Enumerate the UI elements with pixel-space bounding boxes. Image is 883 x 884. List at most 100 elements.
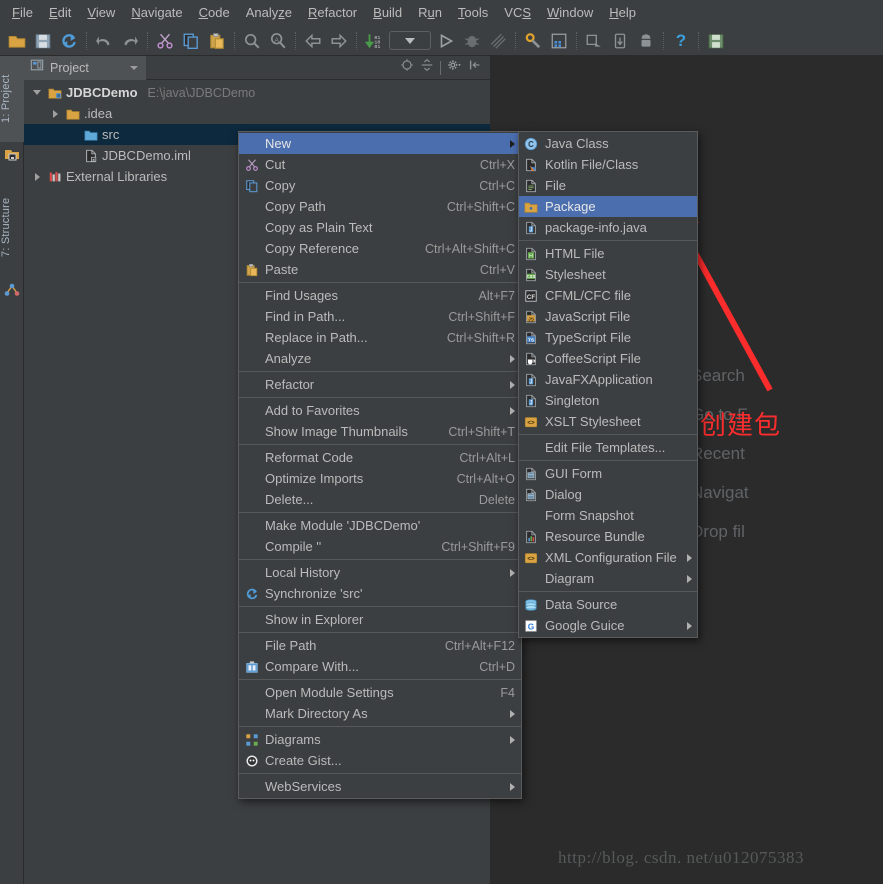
tree-twisty[interactable]	[48, 107, 62, 121]
new-submenu-item-data-source[interactable]: Data Source	[519, 594, 697, 615]
new-submenu[interactable]: CJava ClassKotlin File/ClassFilePackageJ…	[518, 131, 698, 638]
context-menu-item-copy[interactable]: CopyCtrl+C	[239, 175, 521, 196]
stripe-tab-structure[interactable]: 7: Structure	[0, 176, 24, 278]
menu-vcs[interactable]: VCS	[496, 2, 539, 24]
sync-refresh-icon[interactable]	[56, 28, 82, 54]
menu-navigate[interactable]: Navigate	[123, 2, 190, 24]
context-menu-item-find-in-path[interactable]: Find in Path...Ctrl+Shift+F	[239, 306, 521, 327]
copy-icon[interactable]	[178, 28, 204, 54]
new-submenu-item-coffeescript-file[interactable]: CoffeeScript File	[519, 348, 697, 369]
context-menu-item-show-in-explorer[interactable]: Show in Explorer	[239, 609, 521, 630]
menu-view[interactable]: View	[79, 2, 123, 24]
tree-node-jdbcdemo[interactable]: JDBCDemoE:\java\JDBCDemo	[24, 82, 490, 103]
new-submenu-item-html-file[interactable]: HHTML File	[519, 243, 697, 264]
menu-build[interactable]: Build	[365, 2, 410, 24]
tree-twisty[interactable]	[66, 149, 80, 163]
context-menu-item-synchronize-src[interactable]: Synchronize 'src'	[239, 583, 521, 604]
context-menu-item-open-module-settings[interactable]: Open Module SettingsF4	[239, 682, 521, 703]
new-submenu-item-typescript-file[interactable]: TSTypeScript File	[519, 327, 697, 348]
android-device-icon[interactable]	[633, 28, 659, 54]
context-menu-item-delete[interactable]: Delete...Delete	[239, 489, 521, 510]
context-menu-item-copy-as-plain-text[interactable]: Copy as Plain Text	[239, 217, 521, 238]
context-menu-item-refactor[interactable]: Refactor	[239, 374, 521, 395]
new-submenu-item-diagram[interactable]: Diagram	[519, 568, 697, 589]
paste-icon[interactable]	[204, 28, 230, 54]
stripe-tab-project[interactable]: 1: Project	[0, 56, 24, 142]
context-menu-item-add-to-favorites[interactable]: Add to Favorites	[239, 400, 521, 421]
context-menu-item-reformat-code[interactable]: Reformat CodeCtrl+Alt+L	[239, 447, 521, 468]
context-menu-item-local-history[interactable]: Local History	[239, 562, 521, 583]
open-folder-icon[interactable]	[4, 28, 30, 54]
tree-twisty[interactable]	[30, 86, 44, 100]
menu-file[interactable]: File	[4, 2, 41, 24]
project-structure-icon[interactable]	[546, 28, 572, 54]
tree-twisty[interactable]	[66, 128, 80, 142]
undo-icon[interactable]	[91, 28, 117, 54]
context-menu-item-diagrams[interactable]: Diagrams	[239, 729, 521, 750]
context-menu-item-find-usages[interactable]: Find UsagesAlt+F7	[239, 285, 521, 306]
context-menu-item-cut[interactable]: CutCtrl+X	[239, 154, 521, 175]
context-menu-item-new[interactable]: New	[239, 133, 521, 154]
new-submenu-item-xml-configuration-file[interactable]: <>XML Configuration File	[519, 547, 697, 568]
menu-tools[interactable]: Tools	[450, 2, 496, 24]
context-menu-item-analyze[interactable]: Analyze	[239, 348, 521, 369]
run-config-dropdown[interactable]	[387, 28, 433, 54]
context-menu-item-compare-with[interactable]: Compare With...Ctrl+D	[239, 656, 521, 677]
save-all-icon[interactable]	[30, 28, 56, 54]
context-menu-item-copy-path[interactable]: Copy PathCtrl+Shift+C	[239, 196, 521, 217]
back-icon[interactable]	[300, 28, 326, 54]
sdk-manager-icon[interactable]	[607, 28, 633, 54]
menu-window[interactable]: Window	[539, 2, 601, 24]
cut-icon[interactable]	[152, 28, 178, 54]
menu-edit[interactable]: Edit	[41, 2, 79, 24]
save-android-icon[interactable]	[703, 28, 729, 54]
compile-icon[interactable]: 011001	[361, 28, 387, 54]
hide-panel-icon[interactable]	[468, 58, 482, 77]
menu-run[interactable]: Run	[410, 2, 450, 24]
context-menu-item-optimize-imports[interactable]: Optimize ImportsCtrl+Alt+O	[239, 468, 521, 489]
new-submenu-item-java-class[interactable]: CJava Class	[519, 133, 697, 154]
forward-icon[interactable]	[326, 28, 352, 54]
context-menu-item-paste[interactable]: PasteCtrl+V	[239, 259, 521, 280]
context-menu-item-mark-directory-as[interactable]: Mark Directory As	[239, 703, 521, 724]
settings-wrench-icon[interactable]	[520, 28, 546, 54]
tree-twisty[interactable]	[30, 170, 44, 184]
debug-icon[interactable]	[459, 28, 485, 54]
context-menu-item-webservices[interactable]: WebServices	[239, 776, 521, 797]
avd-manager-icon[interactable]	[581, 28, 607, 54]
new-submenu-item-javascript-file[interactable]: JSJavaScript File	[519, 306, 697, 327]
new-submenu-item-kotlin-file-class[interactable]: Kotlin File/Class	[519, 154, 697, 175]
menu-analyze[interactable]: Analyze	[238, 2, 300, 24]
help-icon[interactable]: ?	[668, 28, 694, 54]
chevron-down-icon[interactable]	[130, 66, 138, 70]
project-view-tab[interactable]: Project	[24, 56, 146, 80]
new-submenu-item-xslt-stylesheet[interactable]: <>XSLT Stylesheet	[519, 411, 697, 432]
context-menu-item-show-image-thumbnails[interactable]: Show Image ThumbnailsCtrl+Shift+T	[239, 421, 521, 442]
project-context-menu[interactable]: NewCutCtrl+XCopyCtrl+CCopy PathCtrl+Shif…	[238, 131, 522, 799]
menu-help[interactable]: Help	[601, 2, 644, 24]
new-submenu-item-package[interactable]: Package	[519, 196, 697, 217]
find-icon[interactable]	[239, 28, 265, 54]
new-submenu-item-resource-bundle[interactable]: Resource Bundle	[519, 526, 697, 547]
replace-icon[interactable]: A	[265, 28, 291, 54]
new-submenu-item-gui-form[interactable]: GUI Form	[519, 463, 697, 484]
redo-icon[interactable]	[117, 28, 143, 54]
context-menu-item-compile-default[interactable]: Compile ''Ctrl+Shift+F9	[239, 536, 521, 557]
menu-refactor[interactable]: Refactor	[300, 2, 365, 24]
context-menu-item-create-gist[interactable]: Create Gist...	[239, 750, 521, 771]
new-submenu-item-edit-file-templates[interactable]: Edit File Templates...	[519, 437, 697, 458]
new-submenu-item-javafxapplication[interactable]: JJavaFXApplication	[519, 369, 697, 390]
new-submenu-item-file[interactable]: File	[519, 175, 697, 196]
new-submenu-item-singleton[interactable]: JSingleton	[519, 390, 697, 411]
new-submenu-item-package-info-java[interactable]: Jpackage-info.java	[519, 217, 697, 238]
new-submenu-item-cfml-cfc-file[interactable]: CFCFML/CFC file	[519, 285, 697, 306]
context-menu-item-file-path[interactable]: File PathCtrl+Alt+F12	[239, 635, 521, 656]
target-locate-icon[interactable]	[400, 58, 414, 77]
new-submenu-item-google-guice[interactable]: GGoogle Guice	[519, 615, 697, 636]
new-submenu-item-stylesheet[interactable]: CSSStylesheet	[519, 264, 697, 285]
context-menu-item-replace-in-path[interactable]: Replace in Path...Ctrl+Shift+R	[239, 327, 521, 348]
coverage-icon[interactable]	[485, 28, 511, 54]
context-menu-item-copy-reference[interactable]: Copy ReferenceCtrl+Alt+Shift+C	[239, 238, 521, 259]
settings-gear-icon[interactable]	[447, 58, 462, 77]
menu-code[interactable]: Code	[191, 2, 238, 24]
